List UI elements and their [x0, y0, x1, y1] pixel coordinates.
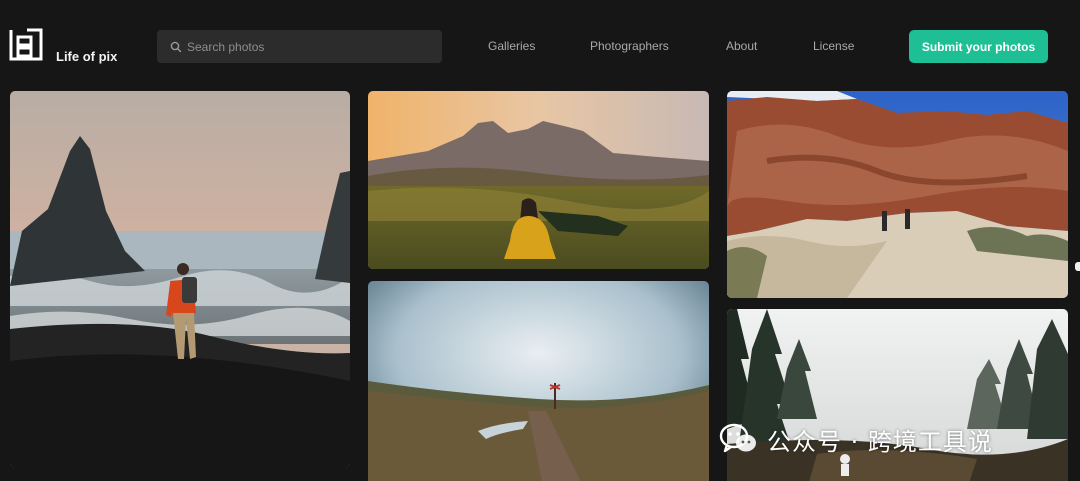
photo-alpine-meadow[interactable]	[368, 91, 709, 269]
photo-red-rock-trail-image	[727, 91, 1068, 298]
photo-alpine-meadow-image	[368, 91, 709, 269]
site-header: Life of pix Galleries Photographers Abou…	[0, 0, 1080, 90]
nav-photographers[interactable]: Photographers	[590, 39, 669, 53]
wechat-watermark: 公众号 · 跨境工具说	[719, 419, 1049, 459]
logo-icon[interactable]	[9, 28, 43, 61]
nav-galleries[interactable]: Galleries	[488, 39, 535, 53]
photo-hiker-black-beach[interactable]	[10, 91, 350, 468]
brand-name[interactable]: Life of pix	[56, 49, 117, 64]
watermark-text: 公众号 · 跨境工具说	[767, 427, 993, 456]
photo-foggy-moor-path-image	[368, 281, 709, 481]
scroll-edge-indicator	[1075, 262, 1080, 271]
wechat-icon	[719, 423, 756, 453]
search-bar[interactable]	[157, 30, 442, 63]
search-icon	[170, 41, 182, 53]
photo-hiker-black-beach-image	[10, 91, 350, 468]
page: Life of pix Galleries Photographers Abou…	[0, 0, 1080, 481]
nav-about[interactable]: About	[726, 39, 757, 53]
search-input[interactable]	[187, 30, 435, 63]
submit-photos-button[interactable]: Submit your photos	[909, 30, 1048, 63]
photo-red-rock-trail[interactable]	[727, 91, 1068, 298]
photo-foggy-moor-path[interactable]	[368, 281, 709, 481]
nav-license[interactable]: License	[813, 39, 854, 53]
